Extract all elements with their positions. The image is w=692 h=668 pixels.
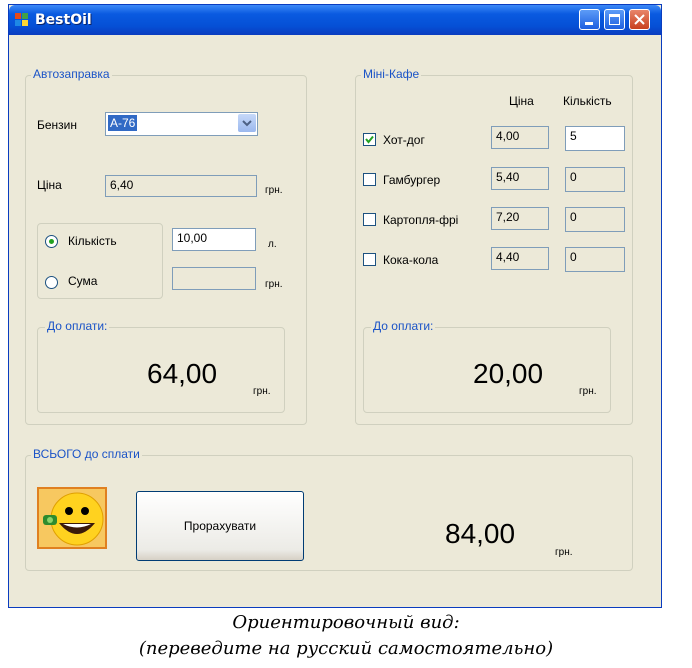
- fries-price: 7,20: [491, 207, 549, 230]
- cola-label[interactable]: Кока-кола: [383, 253, 438, 267]
- hotdog-price: 4,00: [491, 126, 549, 149]
- hotdog-checkbox[interactable]: [363, 133, 376, 146]
- quantity-radio[interactable]: [45, 235, 58, 248]
- hotdog-label[interactable]: Хот-дог: [383, 133, 425, 147]
- fuel-type-label: Бензин: [37, 118, 78, 132]
- sum-radio[interactable]: [45, 276, 58, 289]
- fuel-quantity-unit: л.: [268, 239, 277, 250]
- cafe-pay-label: До оплати:: [371, 319, 436, 333]
- fuel-price-unit: грн.: [265, 185, 283, 196]
- fuel-type-selected: А-76: [108, 115, 138, 131]
- cafe-qty-header: Кількість: [563, 94, 612, 108]
- maximize-button[interactable]: [604, 9, 625, 30]
- cola-checkbox[interactable]: [363, 253, 376, 266]
- total-group: [25, 455, 633, 571]
- close-button[interactable]: [629, 9, 650, 30]
- calculate-button[interactable]: Прорахувати: [136, 491, 304, 561]
- caption-line-1: Ориентировочный вид:: [232, 612, 460, 633]
- hotdog-qty-input[interactable]: 5: [565, 126, 625, 151]
- minimize-button[interactable]: [579, 9, 600, 30]
- cafe-pay-unit: грн.: [579, 386, 597, 397]
- window-title: BestOil: [35, 12, 92, 28]
- cafe-pay-value: 20,00: [473, 358, 544, 389]
- fuel-pay-label: До оплати:: [45, 319, 110, 333]
- total-value: 84,00: [445, 518, 516, 549]
- fuel-type-combobox[interactable]: А-76: [105, 112, 258, 136]
- hamburger-price: 5,40: [491, 167, 549, 190]
- chevron-down-icon[interactable]: [238, 114, 256, 132]
- caption-line-2: (переведите на русский самостоятельно): [138, 638, 554, 659]
- maximize-icon: [609, 14, 620, 25]
- fuel-price-field: 6,40: [105, 175, 257, 197]
- sum-radio-label[interactable]: Сума: [68, 274, 97, 288]
- close-icon: [634, 14, 645, 25]
- cola-price: 4,40: [491, 247, 549, 270]
- app-window: BestOil Автозаправка Бензин А-76 Ціна 6,…: [8, 4, 662, 608]
- quantity-radio-label[interactable]: Кількість: [68, 234, 117, 248]
- fries-qty-input[interactable]: 0: [565, 207, 625, 232]
- fuel-pay-unit: грн.: [253, 386, 271, 397]
- cola-qty-input[interactable]: 0: [565, 247, 625, 272]
- cafe-group-label: Міні-Кафе: [361, 67, 422, 81]
- total-group-label: ВСЬОГО до сплати: [31, 447, 142, 461]
- total-unit: грн.: [555, 547, 573, 558]
- smiley-icon: [43, 492, 104, 546]
- hamburger-qty-input[interactable]: 0: [565, 167, 625, 192]
- hamburger-label[interactable]: Гамбургер: [383, 173, 440, 187]
- fuel-group-label: Автозаправка: [31, 67, 112, 81]
- fuel-price-label: Ціна: [37, 178, 62, 192]
- app-icon: [15, 13, 29, 27]
- fuel-pay-value: 64,00: [147, 358, 218, 389]
- radio-dot: [49, 239, 54, 244]
- hamburger-checkbox[interactable]: [363, 173, 376, 186]
- fuel-sum-input[interactable]: [172, 267, 256, 290]
- fries-label[interactable]: Картопля-фрі: [383, 213, 458, 227]
- cafe-price-header: Ціна: [509, 94, 534, 108]
- title-bar[interactable]: BestOil: [9, 5, 661, 35]
- fries-checkbox[interactable]: [363, 213, 376, 226]
- fuel-sum-unit: грн.: [265, 279, 283, 290]
- smiley-picture: [37, 487, 107, 549]
- check-icon: [365, 135, 374, 144]
- minimize-icon: [585, 22, 593, 25]
- fuel-quantity-input[interactable]: 10,00: [172, 228, 256, 251]
